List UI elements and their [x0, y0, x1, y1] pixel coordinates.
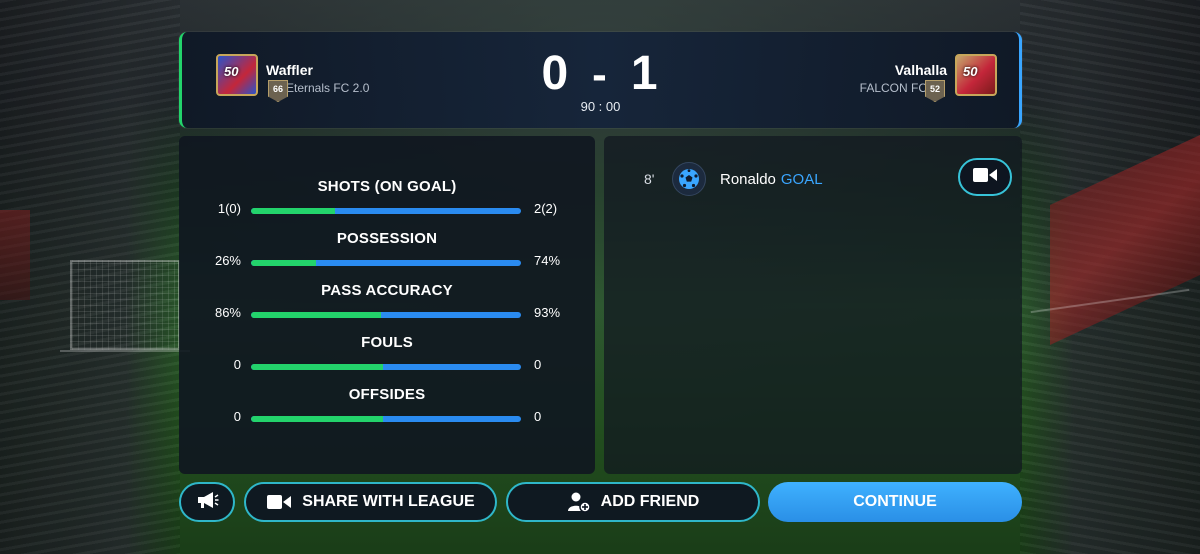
- event-type: GOAL: [780, 170, 823, 188]
- stat-home-value: 26%: [214, 253, 241, 268]
- event-minute: 8': [644, 171, 655, 187]
- match-clock: 90 : 00: [580, 99, 621, 114]
- stat-home-value: 0: [233, 357, 241, 372]
- add-user-icon: [567, 491, 591, 513]
- stat-home-value: 86%: [214, 305, 241, 320]
- stat-bar: [251, 208, 521, 214]
- continue-label: CONTINUE: [853, 493, 937, 510]
- stat-bar-home-fill: [251, 208, 335, 214]
- megaphone-icon: [195, 490, 219, 515]
- score-separator: -: [592, 50, 609, 99]
- stat-bar-home-fill: [251, 364, 384, 370]
- stat-away-value: 93%: [534, 305, 561, 320]
- stat-title: FOULS: [361, 334, 413, 351]
- goal-net: [70, 260, 180, 350]
- soccer-ball-icon: [672, 162, 706, 196]
- add-friend-button[interactable]: ADD FRIEND: [506, 482, 760, 522]
- away-club-name: FALCON FC: [859, 81, 927, 95]
- stat-bar-home-fill: [251, 312, 381, 318]
- stat-title: SHOTS (ON GOAL): [317, 178, 457, 195]
- stat-bar: [251, 416, 521, 422]
- match-stats-panel: SHOTS (ON GOAL) 1(0) 2(2) POSSESSION 26%…: [179, 136, 595, 474]
- stat-bar: [251, 312, 521, 318]
- stat-away-value: 74%: [534, 253, 561, 268]
- stat-bar: [251, 260, 521, 266]
- stat-title: OFFSIDES: [348, 386, 426, 403]
- match-events-panel: 8' Ronaldo GOAL: [604, 136, 1022, 474]
- replay-video-button[interactable]: [958, 158, 1012, 196]
- event-row[interactable]: 8' Ronaldo GOAL: [644, 162, 823, 196]
- share-label: SHARE WITH LEAGUE: [302, 493, 475, 510]
- stat-bar: [251, 364, 521, 370]
- stat-home-value: 0: [233, 409, 241, 424]
- add-friend-label: ADD FRIEND: [600, 493, 700, 510]
- scoreboard: 50 66 Waffler Eternals FC 2.0 0-1 90 : 0…: [179, 32, 1022, 128]
- stat-away-value: 0: [534, 357, 542, 372]
- stat-title: PASS ACCURACY: [321, 282, 453, 299]
- away-score: 1: [630, 47, 660, 100]
- announce-button[interactable]: [179, 482, 235, 522]
- continue-button[interactable]: CONTINUE: [768, 482, 1022, 522]
- away-badge-number: 50: [963, 64, 978, 79]
- away-player-card-icon: 50: [955, 54, 997, 96]
- event-player: Ronaldo: [720, 170, 776, 188]
- stat-bar-home-fill: [251, 416, 384, 422]
- stat-away-value: 0: [534, 409, 542, 424]
- stat-bar-home-fill: [251, 260, 316, 266]
- away-team: 50 52 Valhalla FALCON FC: [859, 54, 997, 102]
- home-score: 0: [541, 47, 571, 100]
- stat-title: POSSESSION: [336, 230, 438, 247]
- video-camera-icon: [266, 493, 292, 511]
- stat-home-value: 1(0): [217, 201, 241, 216]
- advertising-board: [0, 210, 30, 300]
- pitch-line: [60, 350, 190, 352]
- stat-away-value: 2(2): [534, 201, 558, 216]
- away-team-name: Valhalla: [894, 62, 947, 78]
- video-camera-icon: [972, 166, 998, 189]
- share-with-league-button[interactable]: SHARE WITH LEAGUE: [244, 482, 497, 522]
